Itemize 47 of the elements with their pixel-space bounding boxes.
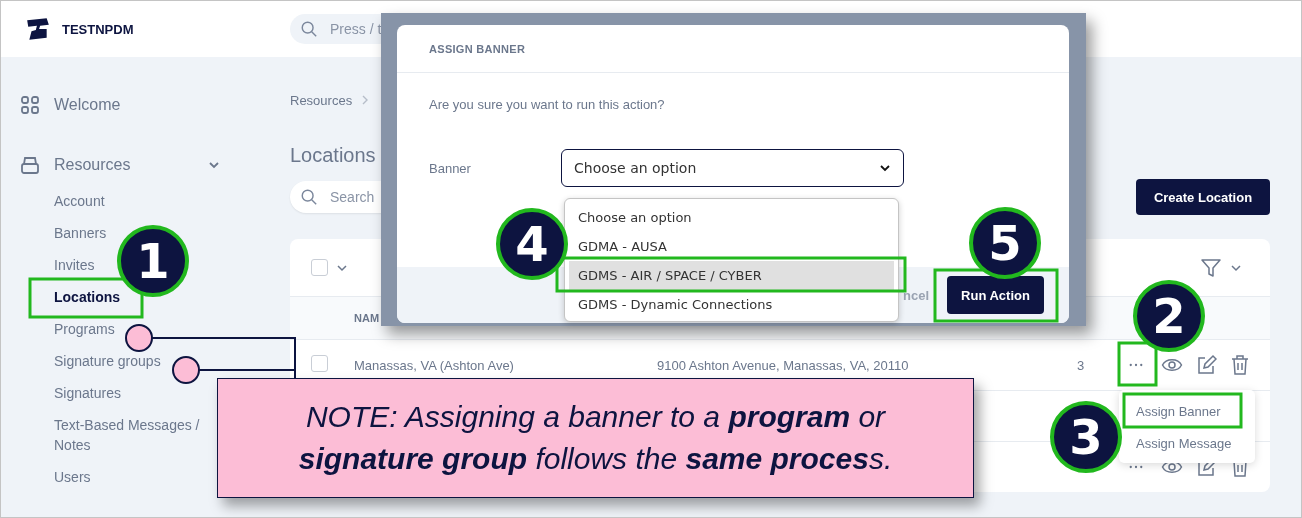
box-icon (20, 155, 40, 175)
search-icon (300, 20, 318, 38)
dropdown-option[interactable]: GDMS - Dynamic Connections (569, 290, 894, 319)
modal-message: Are you sure you want to run this action? (429, 97, 666, 112)
sidebar-item[interactable]: Account (54, 191, 105, 211)
marker-dot (125, 324, 153, 352)
page-title: Locations (290, 143, 377, 167)
highlight-frame (1117, 341, 1158, 387)
dropdown-option[interactable]: GDMA - AUSA (569, 232, 894, 261)
modal-title: ASSIGN BANNER (429, 42, 526, 55)
dropdown-option[interactable]: Choose an option (569, 203, 894, 232)
dropdown-option[interactable]: GDMS - AIR / SPACE / CYBER (569, 261, 894, 290)
edit-icon[interactable] (1195, 354, 1217, 376)
menu-item[interactable]: Assign Banner (1127, 397, 1230, 425)
search-icon (300, 188, 318, 206)
ellipsis-icon (1129, 465, 1143, 469)
chevron-down-icon (879, 162, 891, 174)
sidebar-item[interactable]: Users (54, 467, 91, 487)
breadcrumb-link[interactable]: Resources (290, 92, 353, 108)
field-label: Banner (429, 160, 472, 176)
ellipsis-icon (1129, 363, 1143, 367)
filter-icon[interactable] (1200, 256, 1222, 279)
sidebar-item[interactable]: Signature groups (54, 351, 161, 371)
sidebar-section-item[interactable]: Welcome (20, 94, 220, 116)
marker-dot (172, 356, 200, 384)
row-checkbox[interactable] (311, 354, 328, 372)
create-location-button[interactable]: Create Location (1136, 179, 1270, 215)
column-header: NAM (354, 312, 380, 324)
menu-item[interactable]: Assign Message (1127, 429, 1241, 457)
sidebar-item[interactable]: Banners (54, 223, 107, 243)
sidebar-item[interactable]: Text-Based Messages / Notes (54, 415, 209, 455)
brand-name: TESTNPDM (62, 21, 134, 37)
sidebar-item[interactable]: Programs (54, 319, 115, 339)
table-cell: 9100 Ashton Avenue, Manassas, VA, 20110 (657, 358, 909, 373)
sidebar-item[interactable]: Signatures (54, 383, 121, 403)
cancel-button[interactable]: ncel (903, 287, 929, 303)
select-all-checkbox[interactable] (311, 259, 328, 276)
sidebar-section-item[interactable]: Resources (20, 154, 220, 176)
banner-select[interactable]: Choose an option (561, 149, 904, 187)
sidebar-item[interactable]: Invites (54, 255, 95, 275)
run-action-button[interactable]: Run Action (947, 276, 1044, 314)
note-text: NOTE: Assigning a banner to a program or signature group follows the same process. (297, 399, 894, 477)
logo-icon (25, 16, 51, 42)
table-cell: 3 (1077, 358, 1085, 373)
table-cell: Manassas, VA (Ashton Ave) (354, 358, 514, 373)
trash-icon[interactable] (1229, 354, 1251, 376)
grid-icon (20, 95, 40, 115)
